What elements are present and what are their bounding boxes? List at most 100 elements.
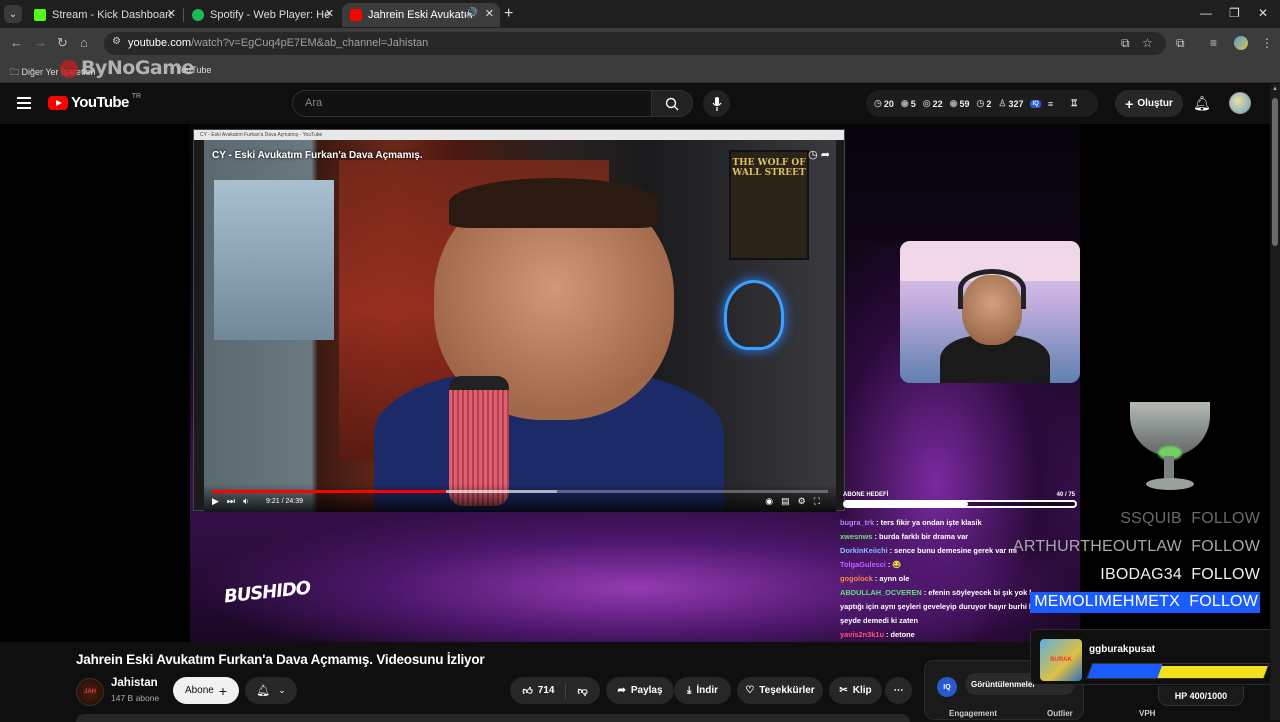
follow-action: FOLLOW	[1191, 566, 1260, 583]
download-icon: ⤓	[686, 685, 692, 696]
extensions-icon[interactable]: ⧉	[1176, 36, 1185, 51]
profile-avatar[interactable]	[1234, 36, 1248, 50]
account-avatar[interactable]	[1229, 92, 1251, 114]
autoplay-icon: ◉	[765, 496, 782, 506]
back-icon[interactable]: ←	[10, 35, 23, 50]
audio-playing-icon[interactable]: 🔊	[466, 8, 478, 19]
cast-icon[interactable]: ⧉	[1121, 36, 1130, 51]
share-icon: ➦	[820, 149, 830, 161]
hp-bar	[1086, 663, 1270, 679]
follower-alert-widget: BURAK ggburakpusat	[1030, 629, 1278, 685]
alert-avatar: BURAK	[1040, 639, 1082, 681]
webcam-headphones	[958, 269, 1026, 309]
thanks-button[interactable]: ♡ Teşekkürler	[737, 677, 823, 704]
thumbs-up-icon: 👍︎	[522, 685, 533, 697]
site-info-icon[interactable]: ⚙	[112, 36, 121, 47]
forward-icon[interactable]: →	[34, 35, 47, 50]
subscribe-button[interactable]: Abone +	[173, 677, 239, 704]
stat-value: 22	[932, 98, 943, 109]
video-player[interactable]: CY - Eski Avukatım Furkan'a Dava Açmamış…	[0, 124, 1270, 642]
chat-text: sence bunu demesine gerek var mı	[894, 546, 1017, 555]
scroll-up-icon[interactable]: ▲	[1272, 86, 1278, 92]
url-path: /watch?v=EgCuq4pE7EM&ab_channel=Jahistan	[190, 37, 429, 49]
youtube-masthead: YouTube TR ◷20 ◉5 ◎22 ◉59 ◷2 ♙327 IQ ≡ ♖…	[0, 84, 1280, 124]
follow-alert: IBODAG34 FOLLOW	[1100, 566, 1260, 584]
subscriber-goal: ABONE HEDEFİ 40 / 75	[843, 492, 1077, 512]
create-button[interactable]: + Oluştur	[1115, 90, 1183, 117]
page-scrollbar[interactable]: ▲	[1270, 84, 1280, 720]
share-button[interactable]: ➦ Paylaş	[606, 677, 674, 704]
follower-name: ARTHURTHEOUTLAW	[1013, 538, 1182, 555]
chat-text: aynn ole	[879, 574, 910, 583]
follower-name: SSQUIB	[1120, 510, 1182, 527]
youtube-wordmark: YouTube	[71, 94, 129, 111]
iq-badge-icon[interactable]: IQ	[1030, 99, 1041, 108]
chat-username: yavis2n3k1u	[840, 630, 884, 639]
close-icon[interactable]: ✕	[325, 7, 334, 20]
hamburger-menu-icon[interactable]	[17, 97, 31, 109]
tab-spotify[interactable]: Spotify - Web Player: Herkes için ✕	[184, 3, 340, 27]
download-button[interactable]: ⤓ İndir	[674, 677, 731, 704]
browser-tab-bar: ⌄ Stream - Kick Dashboard ✕ Spotify - We…	[0, 0, 1280, 28]
chat-text: yaptığı için aynı şeyleri geveleyip duru…	[840, 602, 1038, 611]
trophy-icon[interactable]: ♖	[1070, 98, 1078, 109]
scrollbar-thumb[interactable]	[1272, 98, 1278, 246]
reading-list-icon[interactable]: ≡	[1210, 36, 1217, 50]
subscribe-label: Abone	[184, 685, 214, 696]
channel-name[interactable]: Jahistan	[111, 677, 158, 689]
like-button[interactable]: 👍︎ 714	[522, 685, 554, 697]
follower-name: MEMOLIMEHMETX	[1034, 593, 1180, 610]
notification-settings-button[interactable]: 🔔︎ ⌄	[245, 677, 297, 704]
embedded-buffer	[446, 490, 557, 493]
country-code: TR	[131, 93, 142, 100]
clip-label: Klip	[852, 685, 872, 696]
tab-youtube-active[interactable]: Jahrein Eski Avukatım Furkan'a 🔊 ✕	[342, 3, 500, 27]
tab-kick-dashboard[interactable]: Stream - Kick Dashboard ✕	[26, 3, 182, 27]
microphone-icon	[712, 96, 721, 111]
menu-kebab-icon[interactable]: ⋮	[1261, 36, 1273, 50]
minimize-icon[interactable]: —	[1200, 6, 1212, 20]
person-icon: ♙	[998, 98, 1007, 108]
watermark-logo: ByNoGame	[60, 57, 194, 79]
notifications-bell-icon[interactable]: 🔔︎	[1193, 95, 1211, 112]
close-icon[interactable]: ✕	[167, 7, 176, 20]
hp-bar-remaining	[1157, 666, 1268, 678]
list-icon[interactable]: ≡	[1048, 99, 1053, 109]
download-label: İndir	[696, 685, 719, 696]
divider	[565, 682, 567, 699]
chat-text: detone	[890, 630, 915, 639]
plus-icon: +	[218, 682, 228, 699]
search-button[interactable]	[651, 90, 693, 117]
new-tab-button[interactable]: +	[504, 5, 513, 23]
stat-item: ◷ 20	[874, 98, 894, 109]
tab-search-button[interactable]: ⌄	[4, 5, 22, 23]
search-box[interactable]	[292, 90, 652, 117]
thanks-label: Teşekkürler	[759, 685, 815, 696]
chat-text: efenin söyleyecek bi şık yok l	[928, 588, 1032, 597]
embedded-video-title: CY - Eski Avukatım Furkan'a Dava Açmamış…	[212, 150, 423, 161]
clock-icon: ◷	[976, 98, 985, 108]
reload-icon[interactable]: ↻	[57, 35, 68, 51]
more-actions-button[interactable]: ⋯	[885, 677, 912, 704]
voice-search-button[interactable]	[703, 90, 730, 117]
url-host: youtube.com	[128, 37, 191, 49]
thumbs-down-icon: 👎︎	[577, 685, 588, 697]
chat-message: TolgaGulesci: 😂	[840, 558, 1080, 572]
tab-label: Jahrein Eski Avukatım Furkan'a	[368, 9, 472, 21]
description-box[interactable]	[76, 714, 910, 722]
home-icon[interactable]: ⌂	[80, 35, 88, 50]
dislike-button[interactable]: 👎︎	[577, 685, 587, 697]
embedded-controls: ▶⏭🔉︎ 9:21 / 24:39 ◉▤⚙⛶	[204, 484, 836, 512]
clip-button[interactable]: ✂ Klip	[829, 677, 882, 704]
restore-icon[interactable]: ❐	[1229, 6, 1240, 20]
address-bar[interactable]: ⚙ youtube.com/watch?v=EgCuq4pE7EM&ab_cha…	[104, 32, 1166, 55]
embedded-progress-fill	[212, 490, 447, 493]
close-window-icon[interactable]: ✕	[1258, 6, 1268, 20]
eye-icon: ◉	[900, 98, 909, 108]
search-input[interactable]	[293, 91, 651, 115]
close-icon[interactable]: ✕	[485, 7, 494, 20]
youtube-logo[interactable]: YouTube TR	[48, 93, 142, 111]
stats-extension[interactable]: ◷ 20 ◉ 5 ◎ 22 ◉ 59 ◷ 2 ♙ 327 IQ ≡ ♖	[866, 90, 1098, 117]
bookmark-star-icon[interactable]: ☆	[1142, 36, 1153, 50]
channel-avatar[interactable]: JAH	[76, 678, 104, 706]
